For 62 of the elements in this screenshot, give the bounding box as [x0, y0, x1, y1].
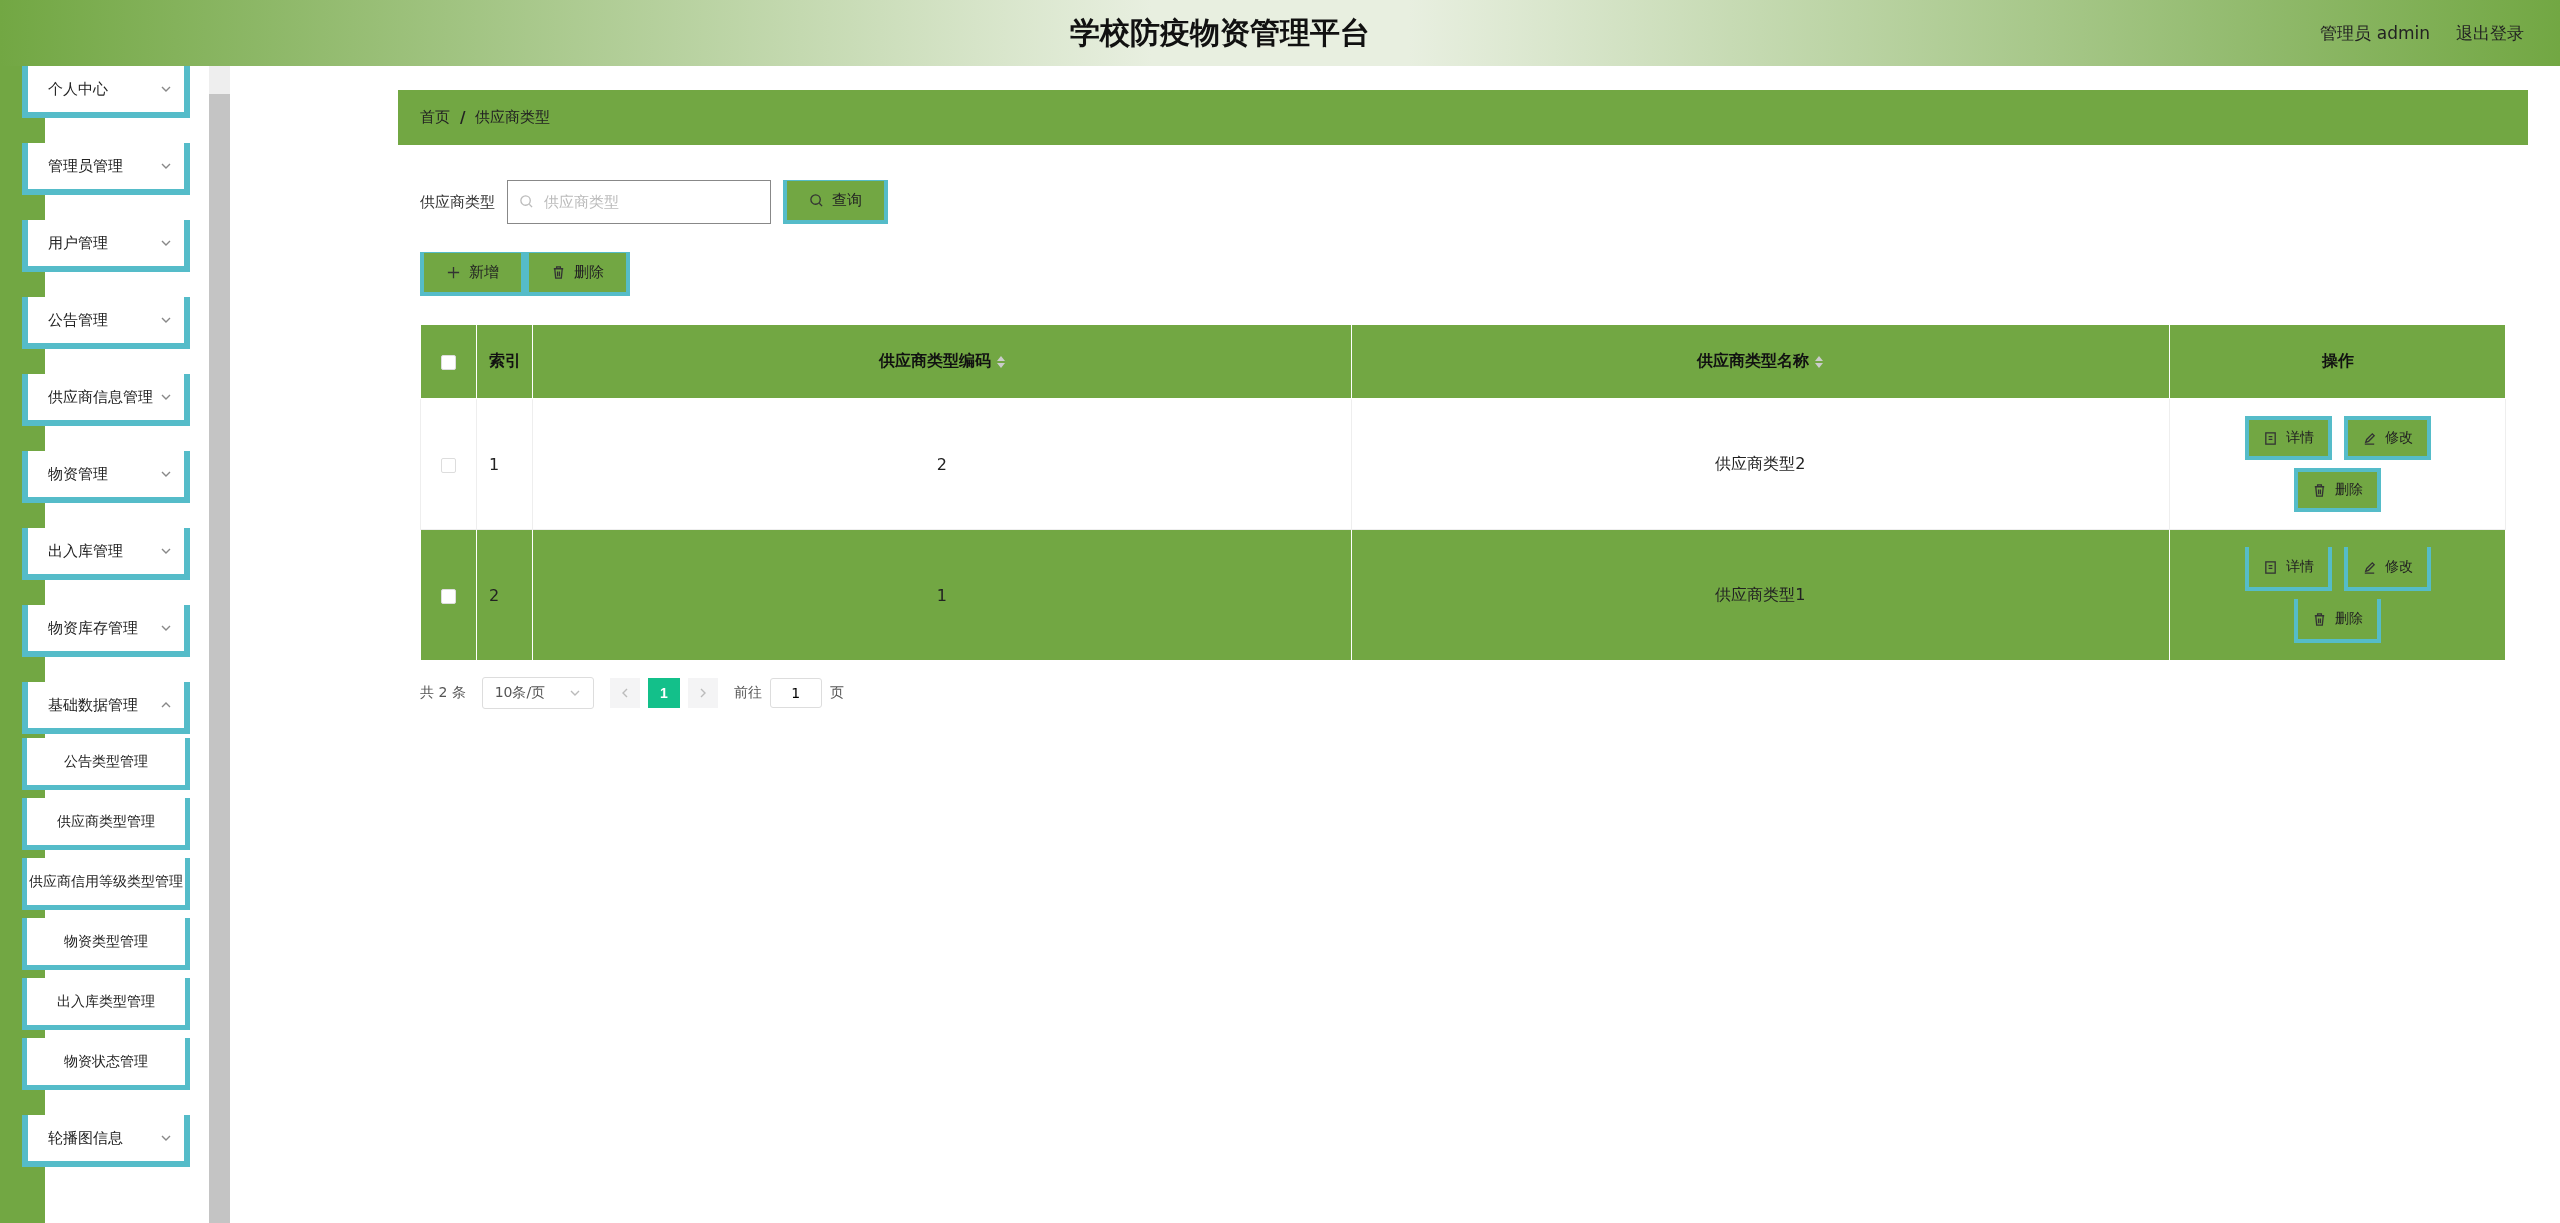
- app-title: 学校防疫物资管理平台: [1069, 13, 1372, 52]
- sidebar-item[interactable]: 物资管理: [22, 451, 190, 503]
- delete-button[interactable]: 删除: [2294, 468, 2381, 512]
- search-icon: [809, 193, 824, 208]
- logout-link[interactable]: 退出登录: [2456, 21, 2524, 45]
- sidebar-item[interactable]: 出入库管理: [22, 528, 190, 580]
- previous-page-button[interactable]: [609, 678, 640, 708]
- goto-label: 前往: [733, 684, 762, 702]
- user-name: 管理员 admin: [2320, 21, 2430, 45]
- table-cell: 供应商类型2: [1715, 453, 1806, 473]
- sidebar-item[interactable]: 管理员管理: [22, 143, 190, 195]
- column-header[interactable]: 供应商类型名称: [1697, 351, 1810, 372]
- sidebar-item[interactable]: 轮播图信息: [22, 1115, 190, 1167]
- search-icon: [519, 194, 534, 209]
- details-button[interactable]: 详情: [2244, 416, 2332, 460]
- document-icon: [2262, 559, 2278, 575]
- trash-icon: [2312, 482, 2327, 498]
- edit-button[interactable]: 修改: [2343, 416, 2431, 460]
- sidebar-item[interactable]: 物资库存管理: [22, 605, 190, 657]
- table-cell: 1: [489, 454, 500, 474]
- sidebar-subitem[interactable]: 供应商类型管理: [22, 798, 190, 850]
- details-button[interactable]: 详情: [2244, 547, 2332, 591]
- column-header[interactable]: 供应商类型编码: [878, 351, 991, 372]
- table-cell: 供应商类型1: [1715, 584, 1806, 604]
- delete-button[interactable]: 删除: [525, 252, 630, 296]
- select-all-checkbox[interactable]: [441, 355, 456, 370]
- sidebar-subitem[interactable]: 物资类型管理: [22, 918, 190, 970]
- page-input[interactable]: 1: [769, 678, 822, 708]
- table-cell: 2: [936, 454, 947, 474]
- sidebar-subitem[interactable]: 公告类型管理: [22, 738, 190, 790]
- row-checkbox[interactable]: [441, 588, 456, 604]
- plus-icon: [446, 265, 461, 280]
- column-header: 操作: [2321, 351, 2354, 372]
- sidebar-subitem[interactable]: 供应商信用等级类型管理: [22, 858, 190, 910]
- search-field[interactable]: 供应商类型: [507, 180, 771, 224]
- table-cell: 2: [489, 585, 500, 605]
- page-suffix: 页: [829, 684, 844, 702]
- trash-icon: [551, 265, 566, 280]
- breadcrumb-separator: /: [460, 108, 466, 127]
- total-count: 共 2 条: [420, 684, 466, 702]
- sidebar-subitem[interactable]: 物资状态管理: [22, 1038, 190, 1090]
- query-button[interactable]: 查询: [783, 180, 888, 224]
- sidebar-item[interactable]: 供应商信息管理: [22, 374, 190, 426]
- next-page-button[interactable]: [687, 678, 718, 708]
- breadcrumb-link[interactable]: 首页: [420, 108, 450, 127]
- add-button[interactable]: 新增: [420, 252, 525, 296]
- scrollbar[interactable]: [208, 66, 230, 1223]
- sidebar-item[interactable]: 公告管理: [22, 297, 190, 349]
- sidebar-item[interactable]: 基础数据管理: [22, 682, 190, 734]
- edit-button[interactable]: 修改: [2343, 547, 2431, 591]
- breadcrumb-current: 供应商类型: [475, 108, 551, 127]
- row-checkbox[interactable]: [441, 457, 456, 473]
- column-header: 索引: [489, 351, 521, 372]
- page-size-select[interactable]: 10条/页: [481, 677, 594, 709]
- trash-icon: [2312, 611, 2327, 627]
- delete-button[interactable]: 删除: [2294, 599, 2381, 643]
- table-cell: 1: [936, 585, 947, 605]
- sidebar-item[interactable]: 用户管理: [22, 220, 190, 272]
- field-label: 供应商类型: [420, 192, 495, 212]
- sidebar-subitem[interactable]: 出入库类型管理: [22, 978, 190, 1030]
- sidebar-item[interactable]: 个人中心: [22, 66, 190, 118]
- document-icon: [2262, 430, 2278, 446]
